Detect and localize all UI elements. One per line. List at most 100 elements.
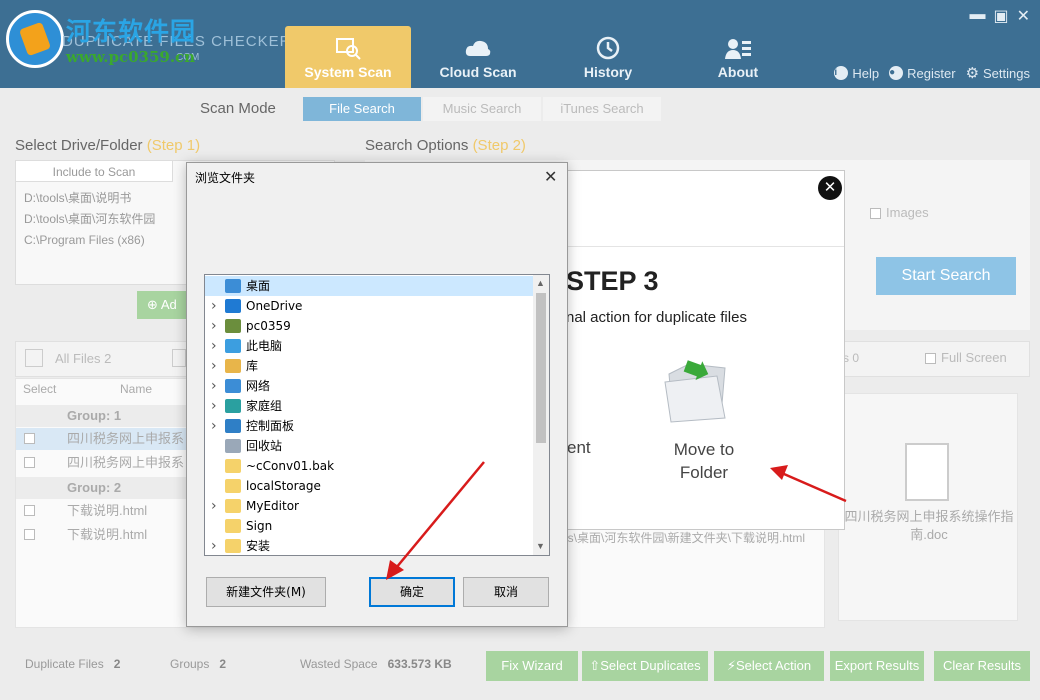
tree-item-label: 此电脑 (246, 339, 283, 353)
ok-button[interactable]: 确定 (369, 577, 455, 607)
tree-item[interactable]: › 控制面板 (205, 416, 533, 436)
all-files-tab[interactable]: All Files 2 (55, 351, 111, 366)
move-to-folder-icon[interactable] (659, 354, 731, 424)
new-folder-button[interactable]: 新建文件夹(M) (206, 577, 326, 607)
arrow-up-icon: ⇧ (589, 658, 601, 673)
list-item[interactable]: C:\Program Files (x86) (24, 230, 155, 251)
tree-item[interactable]: › OneDrive (205, 296, 533, 316)
tab-about[interactable]: About (675, 26, 801, 88)
duplicate-files-stat: Duplicate Files 2 (25, 657, 121, 671)
tree-item-label: OneDrive (246, 299, 303, 313)
move-to-folder-label[interactable]: Move to Folder (656, 438, 752, 484)
tree-item[interactable]: 回收站 (205, 436, 533, 456)
chevron-right-icon[interactable]: › (211, 416, 217, 436)
tree-item-label: 网络 (246, 379, 271, 393)
row-checkbox[interactable] (24, 505, 35, 516)
include-to-scan-tab[interactable]: Include to Scan (15, 160, 173, 182)
history-icon (596, 36, 620, 60)
file-preview-panel (838, 393, 1018, 621)
mode-tab-music-search[interactable]: Music Search (423, 97, 541, 121)
watermark-url: www.pc0359.cn (66, 48, 196, 66)
tree-item[interactable]: › pc0359 (205, 316, 533, 336)
settings-link[interactable]: ⚙ Settings (966, 64, 1030, 82)
user-icon (225, 319, 241, 333)
images-checkbox[interactable]: Images (870, 205, 929, 220)
dialog-close-icon[interactable]: ✕ (544, 167, 557, 187)
row-checkbox[interactable] (24, 529, 35, 540)
row-checkbox[interactable] (24, 457, 35, 468)
mode-tab-file-search[interactable]: File Search (303, 97, 421, 121)
watermark-logo-icon (6, 10, 64, 68)
popup-close-button[interactable]: ✕ (818, 176, 842, 200)
tree-item[interactable]: 桌面 (205, 276, 533, 296)
close-icon[interactable]: ✕ (1017, 6, 1030, 26)
wasted-space-stat: Wasted Space 633.573 KB (300, 657, 452, 671)
tree-item-label: 库 (246, 359, 259, 373)
user-icon: ● (889, 66, 904, 80)
document-icon (905, 443, 949, 501)
tab-system-scan[interactable]: System Scan (285, 26, 411, 88)
minimize-icon[interactable]: ▬ (969, 6, 985, 26)
register-link[interactable]: ● Register (889, 64, 956, 82)
column-name: Name (120, 382, 153, 396)
chevron-right-icon[interactable]: › (211, 296, 217, 316)
scan-path-list: D:\tools\桌面\说明书 D:\tools\桌面\河东软件园 C:\Pro… (24, 188, 155, 251)
tree-item-label: MyEditor (246, 499, 299, 513)
recycle-bin-icon (225, 439, 241, 453)
tree-item-label: pc0359 (246, 319, 291, 333)
all-files-icon (25, 349, 43, 367)
app-header: DUPLICATE FILES CHECKER COM 河东软件园 www.pc… (0, 0, 1040, 88)
chevron-right-icon[interactable]: › (211, 396, 217, 416)
watermark-title: 河东软件园 (66, 17, 197, 46)
mode-tab-itunes-search[interactable]: iTunes Search (543, 97, 661, 121)
tree-item[interactable]: › 库 (205, 356, 533, 376)
maximize-icon[interactable]: ▣ (993, 6, 1008, 26)
full-screen-checkbox[interactable]: Full Screen (925, 350, 1007, 365)
folder-icon (225, 539, 241, 553)
gear-icon: ⚙ (965, 65, 980, 82)
tree-item[interactable]: › 家庭组 (205, 396, 533, 416)
cloud-icon (465, 40, 491, 56)
file-path-text: ls\桌面\河东软件园\新建文件夹\下载说明.html (565, 531, 806, 545)
dialog-title: 浏览文件夹 (195, 171, 256, 185)
tree-item-label: 回收站 (246, 439, 283, 453)
tree-item[interactable]: › MyEditor (205, 496, 533, 516)
scroll-thumb[interactable] (536, 293, 546, 443)
scroll-up-icon[interactable]: ▲ (536, 278, 545, 288)
tree-item[interactable]: Sign (205, 516, 533, 536)
chevron-right-icon[interactable]: › (211, 316, 217, 336)
tree-item[interactable]: ~cConv01.bak (205, 456, 533, 476)
folder-icon (225, 519, 241, 533)
chevron-right-icon[interactable]: › (211, 356, 217, 376)
chevron-right-icon[interactable]: › (211, 336, 217, 356)
clear-results-button[interactable]: Clear Results (934, 651, 1030, 681)
start-search-button[interactable]: Start Search (876, 257, 1016, 295)
tree-scrollbar[interactable]: ▲ ▼ (533, 275, 549, 555)
tree-item-label: ~cConv01.bak (246, 459, 335, 473)
list-item[interactable]: D:\tools\桌面\说明书 (24, 188, 155, 209)
tree-item[interactable]: › 网络 (205, 376, 533, 396)
chevron-right-icon[interactable]: › (211, 536, 217, 556)
export-results-button[interactable]: Export Results (830, 651, 924, 681)
list-item[interactable]: D:\tools\桌面\河东软件园 (24, 209, 155, 230)
tree-item[interactable]: localStorage (205, 476, 533, 496)
tab-cloud-scan[interactable]: Cloud Scan (415, 26, 541, 88)
scroll-down-icon[interactable]: ▼ (536, 541, 545, 551)
tab-history[interactable]: History (545, 26, 671, 88)
select-duplicates-button[interactable]: ⇧Select Duplicates (582, 651, 708, 681)
fix-wizard-button[interactable]: Fix Wizard (486, 651, 578, 681)
divider (542, 246, 844, 247)
computer-icon (225, 339, 241, 353)
row-checkbox[interactable] (24, 433, 35, 444)
tree-item[interactable]: › 此电脑 (205, 336, 533, 356)
tree-item[interactable]: › 安装 (205, 536, 533, 556)
chevron-right-icon[interactable]: › (211, 376, 217, 396)
help-link[interactable]: i Help (834, 64, 879, 82)
tab-label: Cloud Scan (439, 64, 517, 80)
chevron-right-icon[interactable]: › (211, 496, 217, 516)
cancel-button[interactable]: 取消 (463, 577, 549, 607)
select-action-button[interactable]: ⚡Select Action (714, 651, 824, 681)
about-icon (725, 39, 751, 59)
tree-item-label: 家庭组 (246, 399, 283, 413)
folder-icon (225, 459, 241, 473)
